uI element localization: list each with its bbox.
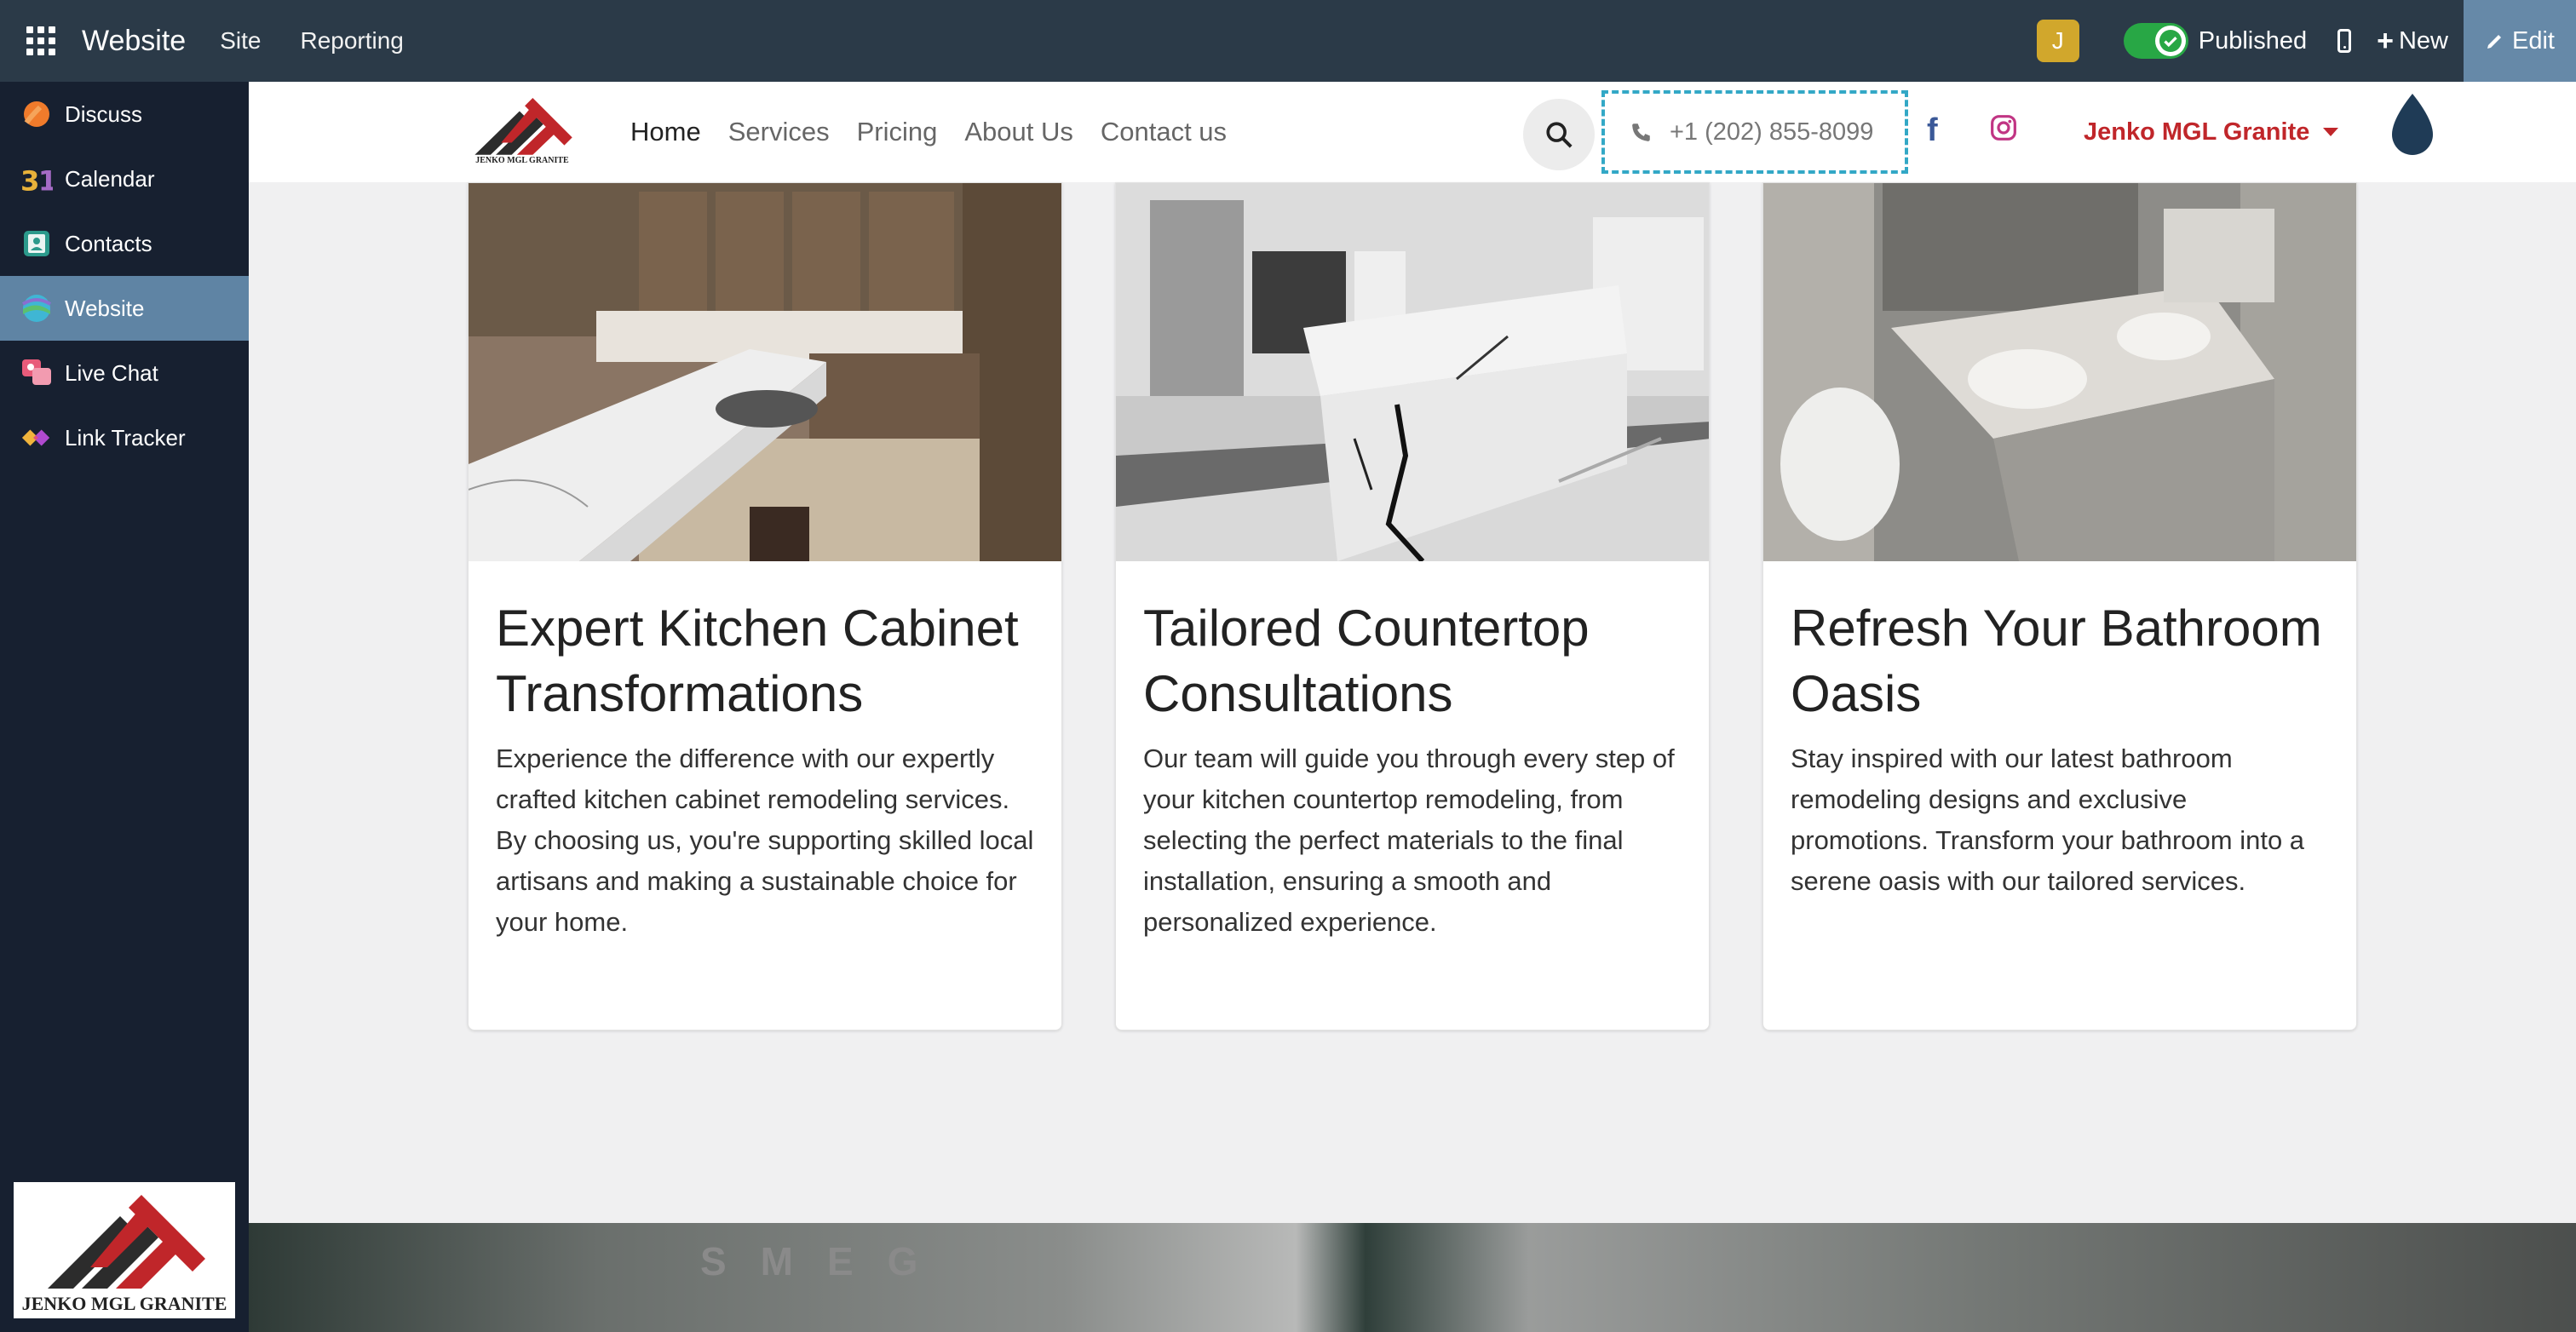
phone-number: +1 (202) 855-8099 (1670, 118, 1874, 146)
card-text: Experience the difference with our exper… (496, 744, 1034, 937)
sidebar-item-live-chat[interactable]: Live Chat (0, 341, 249, 405)
sidebar-item-label: Calendar (65, 165, 155, 192)
site-logo[interactable]: JENKO MGL GRANITE (467, 97, 578, 165)
sidebar-item-link-tracker[interactable]: Link Tracker (0, 405, 249, 470)
new-button[interactable]: + New (2377, 25, 2448, 58)
published-label: Published (2198, 26, 2308, 55)
appliance-brand-text: SMEG (700, 1239, 952, 1283)
company-logo: JENKO MGL GRANITE (14, 1182, 235, 1318)
company-dropdown[interactable]: Jenko MGL Granite (2084, 82, 2339, 182)
kitchen-cabinet-photo (469, 183, 1061, 561)
discuss-icon (20, 98, 53, 130)
nav-home[interactable]: Home (630, 117, 701, 147)
apps-menu-icon[interactable] (0, 0, 82, 82)
card-title: Expert Kitchen Cabinet Transformations (496, 600, 1019, 722)
instagram-icon[interactable] (1990, 114, 2017, 146)
company-name: Jenko MGL Granite (2084, 118, 2310, 146)
next-section-image: SMEG (249, 1223, 2576, 1332)
top-navbar: Website Site Reporting J Published + New… (0, 0, 2576, 82)
new-label: New (2398, 26, 2448, 55)
app-sidebar: Discuss 31 Calendar Contacts Website Liv… (0, 82, 249, 1332)
svg-text:3: 3 (20, 164, 39, 194)
card-title: Tailored Countertop Consultations (1143, 600, 1590, 722)
contacts-icon (20, 227, 53, 260)
sidebar-item-label: Discuss (65, 100, 143, 127)
nav-pricing[interactable]: Pricing (857, 117, 938, 147)
link-tracker-icon (20, 422, 53, 454)
card-title: Refresh Your Bathroom Oasis (1791, 600, 2322, 722)
caret-down-icon (2323, 128, 2339, 136)
toggle-switch[interactable] (2123, 23, 2188, 59)
phone-icon (1632, 123, 1650, 141)
calendar-icon: 31 (20, 163, 53, 195)
search-icon[interactable] (1523, 99, 1595, 170)
theme-drop-icon[interactable] (2389, 92, 2436, 161)
card-text: Our team will guide you through every st… (1143, 744, 1675, 937)
sidebar-item-label: Link Tracker (65, 424, 186, 451)
bathroom-photo (1763, 183, 2356, 561)
edit-button[interactable]: Edit (2464, 0, 2576, 82)
published-toggle[interactable]: Published (2123, 23, 2308, 59)
countertop-photo (1116, 183, 1709, 561)
sidebar-item-discuss[interactable]: Discuss (0, 82, 249, 146)
nav-services[interactable]: Services (728, 117, 830, 147)
mobile-preview-icon[interactable] (2337, 29, 2352, 53)
card-text: Stay inspired with our latest bathroom r… (1791, 744, 2305, 896)
service-card-countertop: Tailored Countertop Consultations Our te… (1115, 182, 1710, 1031)
sidebar-item-label: Website (65, 295, 145, 321)
nav-contact-us[interactable]: Contact us (1101, 117, 1227, 147)
logo-caption: JENKO MGL GRANITE (21, 1293, 227, 1314)
facebook-icon[interactable]: f (1927, 112, 1938, 149)
site-logo-caption: JENKO MGL GRANITE (475, 156, 569, 165)
app-name[interactable]: Website (82, 25, 186, 58)
service-card-bathroom: Refresh Your Bathroom Oasis Stay inspire… (1762, 182, 2357, 1031)
service-card-kitchen-cabinets: Expert Kitchen Cabinet Transformations E… (468, 182, 1062, 1031)
sidebar-item-label: Live Chat (65, 359, 158, 386)
user-avatar[interactable]: J (2036, 20, 2079, 62)
menu-site[interactable]: Site (220, 27, 261, 55)
svg-text:1: 1 (38, 164, 53, 194)
live-chat-icon (20, 357, 53, 389)
website-icon (20, 292, 53, 324)
pencil-icon (2487, 35, 2501, 49)
phone-contact[interactable]: +1 (202) 855-8099 (1601, 90, 1908, 174)
nav-about-us[interactable]: About Us (964, 117, 1073, 147)
sidebar-item-website[interactable]: Website (0, 276, 249, 341)
check-icon (2154, 26, 2186, 56)
sidebar-item-calendar[interactable]: 31 Calendar (0, 146, 249, 211)
sidebar-item-contacts[interactable]: Contacts (0, 211, 249, 276)
plus-icon: + (2377, 24, 2394, 57)
website-header: JENKO MGL GRANITE Home Services Pricing … (249, 82, 2576, 182)
menu-reporting[interactable]: Reporting (300, 27, 403, 55)
edit-label: Edit (2512, 26, 2555, 55)
site-nav: Home Services Pricing About Us Contact u… (630, 82, 1254, 182)
sidebar-item-label: Contacts (65, 230, 152, 256)
